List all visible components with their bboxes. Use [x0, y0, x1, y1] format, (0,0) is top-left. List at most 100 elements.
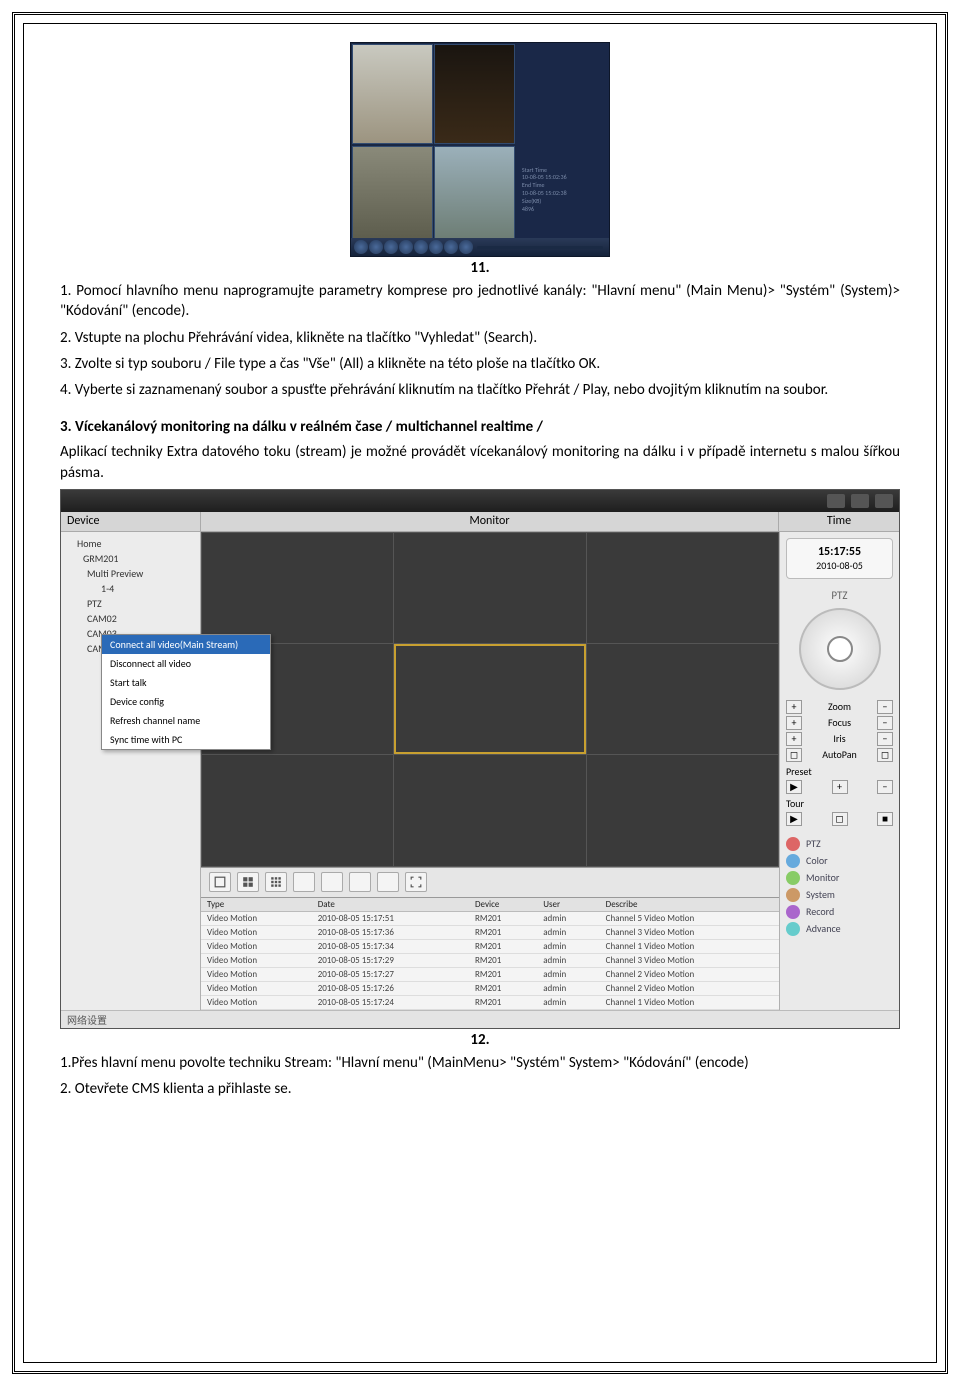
sidebar-color[interactable]: Color: [786, 854, 893, 868]
tree-home[interactable]: Home: [65, 536, 196, 551]
time-value: 15:17:55: [793, 545, 886, 559]
layout-64-icon[interactable]: [377, 872, 399, 892]
fullscreen-icon[interactable]: [405, 872, 427, 892]
preset-go-button[interactable]: ▶: [786, 780, 802, 794]
step-12-1: 1.Přes hlavní menu povolte techniku Stre…: [60, 1053, 900, 1073]
prev-icon[interactable]: [384, 240, 398, 254]
ctx-device-config[interactable]: Device config: [102, 692, 270, 711]
monitor-cell[interactable]: [202, 755, 393, 865]
rewind-icon[interactable]: [399, 240, 413, 254]
figure-11: Start Time 10-08-05 15:02:36 End Time 10…: [350, 42, 610, 257]
zoom-label: Zoom: [828, 700, 851, 713]
context-menu: Connect all video(Main Stream) Disconnec…: [101, 634, 271, 750]
log-row[interactable]: Video Motion2010-08-05 15:17:36RM201admi…: [201, 925, 779, 939]
focus-in-button[interactable]: +: [786, 716, 802, 730]
sidebar-item-label: Advance: [806, 922, 841, 935]
monitor-cell[interactable]: [394, 533, 585, 643]
log-cell-date: 2010-08-05 15:17:24: [312, 995, 469, 1009]
layout-4-icon[interactable]: [237, 872, 259, 892]
preset-add-button[interactable]: +: [832, 780, 848, 794]
step-12-2: 2. Otevřete CMS klienta a přihlaste se.: [60, 1079, 900, 1099]
log-cell-describe: Channel 2 Video Motion: [600, 981, 779, 995]
tree-cam2[interactable]: CAM02: [65, 611, 196, 626]
zoom-out-button[interactable]: −: [877, 700, 893, 714]
focus-label: Focus: [828, 716, 851, 729]
close-icon[interactable]: [875, 494, 893, 508]
play-icon[interactable]: [354, 240, 368, 254]
loop-icon[interactable]: [459, 240, 473, 254]
sidebar-system[interactable]: System: [786, 888, 893, 902]
step-3: 3. Zvolte si typ souboru / File type a č…: [60, 354, 900, 374]
log-row[interactable]: Video Motion2010-08-05 15:17:34RM201admi…: [201, 939, 779, 953]
step-icon[interactable]: [444, 240, 458, 254]
sidebar-monitor[interactable]: Monitor: [786, 871, 893, 885]
right-panel: 15:17:55 2010-08-05 PTZ + Zoom − + Focus…: [779, 532, 899, 1010]
log-cell-device: RM201: [469, 925, 537, 939]
monitor-icon: [786, 871, 800, 885]
log-row[interactable]: Video Motion2010-08-05 15:17:24RM201admi…: [201, 995, 779, 1009]
tour-stop-button[interactable]: ■: [877, 812, 893, 826]
tour-play-button[interactable]: ▶: [786, 812, 802, 826]
log-row[interactable]: Video Motion2010-08-05 15:17:27RM201admi…: [201, 967, 779, 981]
log-cell-device: RM201: [469, 981, 537, 995]
log-row[interactable]: Video Motion2010-08-05 15:17:29RM201admi…: [201, 953, 779, 967]
sidebar-advance[interactable]: Advance: [786, 922, 893, 936]
monitor-cell[interactable]: [587, 644, 778, 754]
sidebar-ptz[interactable]: PTZ: [786, 837, 893, 851]
monitor-cell[interactable]: [587, 755, 778, 865]
log-cell-device: RM201: [469, 939, 537, 953]
progress-bar[interactable]: [477, 246, 603, 249]
step-2: 2. Vstupte na plochu Přehrávání videa, k…: [60, 328, 900, 348]
sidebar-item-label: Monitor: [806, 871, 839, 884]
ctx-sync-time[interactable]: Sync time with PC: [102, 730, 270, 749]
tree-multipreview[interactable]: Multi Preview: [65, 566, 196, 581]
ptz-ring[interactable]: [799, 608, 881, 690]
layout-9-icon[interactable]: [265, 872, 287, 892]
autopan-button[interactable]: ◻: [786, 748, 802, 762]
sidebar-record[interactable]: Record: [786, 905, 893, 919]
log-cell-device: RM201: [469, 995, 537, 1009]
figure-12: Device Monitor Time Home GRM201 Multi Pr…: [60, 489, 900, 1029]
log-cell-describe: Channel 5 Video Motion: [600, 911, 779, 925]
next-icon[interactable]: [429, 240, 443, 254]
tour-pause-button[interactable]: ◻: [832, 812, 848, 826]
preset-row: ▶ + −: [786, 780, 893, 794]
col-describe: Describe: [600, 898, 779, 912]
forward-icon[interactable]: [414, 240, 428, 254]
stop-icon[interactable]: [369, 240, 383, 254]
tour-label: Tour: [786, 797, 893, 810]
focus-out-button[interactable]: −: [877, 716, 893, 730]
ctx-refresh-names[interactable]: Refresh channel name: [102, 711, 270, 730]
preset-del-button[interactable]: −: [877, 780, 893, 794]
layout-36-icon[interactable]: [349, 872, 371, 892]
log-row[interactable]: Video Motion2010-08-05 15:17:26RM201admi…: [201, 981, 779, 995]
maximize-icon[interactable]: [851, 494, 869, 508]
autopan-stop-button[interactable]: ◻: [877, 748, 893, 762]
monitor-cell[interactable]: [587, 533, 778, 643]
layout-16-icon[interactable]: [293, 872, 315, 892]
system-icon: [786, 888, 800, 902]
ctx-disconnect[interactable]: Disconnect all video: [102, 654, 270, 673]
tour-row: ▶ ◻ ■: [786, 812, 893, 826]
tree-device[interactable]: GRM201: [65, 551, 196, 566]
ctx-connect-main[interactable]: Connect all video(Main Stream): [102, 635, 270, 654]
layout-25-icon[interactable]: [321, 872, 343, 892]
tree-range[interactable]: 1-4: [65, 581, 196, 596]
log-cell-date: 2010-08-05 15:17:29: [312, 953, 469, 967]
monitor-cell[interactable]: [202, 533, 393, 643]
iris-in-button[interactable]: +: [786, 732, 802, 746]
log-row[interactable]: Video Motion2010-08-05 15:17:51RM201admi…: [201, 911, 779, 925]
zoom-in-button[interactable]: +: [786, 700, 802, 714]
log-cell-device: RM201: [469, 911, 537, 925]
monitor-cell[interactable]: [394, 755, 585, 865]
monitor-cell-selected[interactable]: [394, 644, 585, 754]
minimize-icon[interactable]: [827, 494, 845, 508]
log-cell-device: RM201: [469, 953, 537, 967]
ptz-center-button[interactable]: [827, 636, 853, 662]
ctx-start-talk[interactable]: Start talk: [102, 673, 270, 692]
tree-ptz[interactable]: PTZ: [65, 596, 196, 611]
iris-label: Iris: [833, 732, 845, 745]
log-cell-user: admin: [537, 939, 599, 953]
layout-1-icon[interactable]: [209, 872, 231, 892]
iris-out-button[interactable]: −: [877, 732, 893, 746]
